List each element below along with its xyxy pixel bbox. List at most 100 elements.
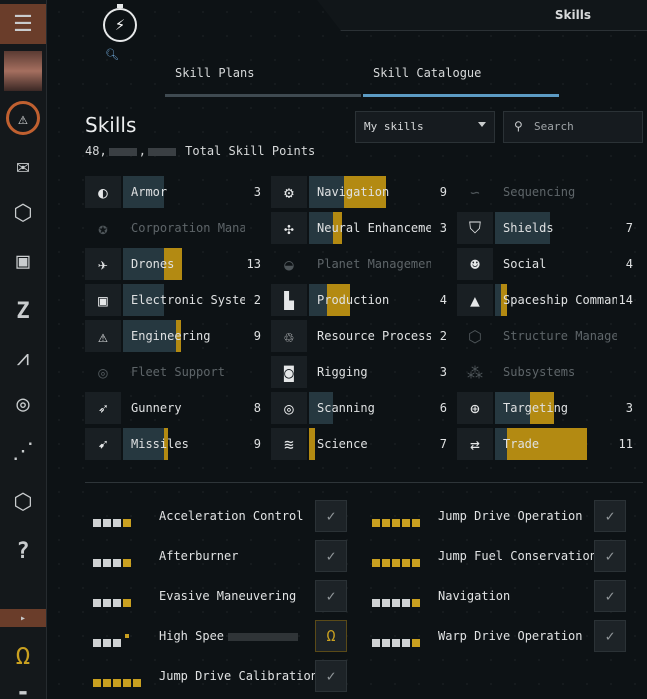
skill-group-planet-management[interactable]: ◒ Planet Management xyxy=(271,248,447,280)
expand-icon[interactable]: ▸ xyxy=(0,609,46,627)
check-icon[interactable]: ✓ xyxy=(315,660,347,692)
skill-group-count: 4 xyxy=(625,257,633,271)
mail-icon[interactable]: ✉ xyxy=(0,148,46,184)
skill-group-corporation-management[interactable]: ✪ Corporation Management xyxy=(85,212,261,244)
skill-group-subsystems[interactable]: ⁂ Subsystems xyxy=(457,356,633,388)
science-icon: ≋ xyxy=(271,428,307,460)
check-icon[interactable]: ✓ xyxy=(594,540,626,572)
skill-group-structure-management[interactable]: ⬡ Structure Management xyxy=(457,320,633,352)
skill-group-fleet-support[interactable]: ◎ Fleet Support xyxy=(85,356,261,388)
z-icon[interactable]: Z xyxy=(0,293,46,329)
market-chart-icon[interactable]: ⩘ xyxy=(0,340,46,376)
check-icon[interactable]: ✓ xyxy=(315,540,347,572)
skill-group-sequencing[interactable]: ∽ Sequencing xyxy=(457,176,633,208)
level-box xyxy=(402,639,410,647)
redacted-block xyxy=(228,632,299,641)
skill-group-scanning[interactable]: ◎ Scanning 6 xyxy=(271,392,447,424)
level-box xyxy=(412,639,420,647)
skill-group-count: 4 xyxy=(439,293,447,307)
inventory-icon[interactable]: ⬡ xyxy=(0,195,46,231)
check-icon[interactable]: ✓ xyxy=(594,620,626,652)
skill-group-name: Production xyxy=(317,293,390,307)
skill-group-name: Engineering xyxy=(131,329,211,343)
skill-group-drones[interactable]: ✈ Drones 13 xyxy=(85,248,261,280)
skill-group-name: Planet Management xyxy=(317,257,431,271)
skill-group-science[interactable]: ≋ Science 7 xyxy=(271,428,447,460)
navigation-icon: ⚙ xyxy=(271,176,307,208)
level-box xyxy=(113,559,121,567)
check-icon[interactable]: ✓ xyxy=(315,500,347,532)
skill-group-neural-enhancement[interactable]: ✣ Neural Enhancement 3 xyxy=(271,212,447,244)
skill-list-item[interactable]: Navigation ✓ xyxy=(364,580,634,612)
tab-label: Skill Plans xyxy=(175,66,255,80)
skill-list-item[interactable]: Warp Drive Operation ✓ xyxy=(364,620,634,652)
skill-queue-list: Acceleration Control ✓ Afterburner ✓ Evasive… xyxy=(85,500,645,695)
omega-required-icon[interactable]: Ω xyxy=(315,620,347,652)
skill-group-production[interactable]: ▙ Production 4 xyxy=(271,284,447,316)
map-icon[interactable]: ⋰ xyxy=(0,433,46,469)
menu-icon[interactable]: ☰ xyxy=(0,4,46,44)
skill-list-item[interactable]: High Spee Ω xyxy=(85,620,355,652)
level-box xyxy=(93,519,101,527)
skill-filter-dropdown[interactable]: My skills xyxy=(355,111,495,143)
skill-group-resource-processing[interactable]: ♲ Resource Processing 2 xyxy=(271,320,447,352)
bottom-icon[interactable]: ▬ xyxy=(0,684,46,699)
skill-group-count: 3 xyxy=(439,221,447,235)
level-box xyxy=(123,599,131,607)
tab-skill-catalogue[interactable]: Skill Catalogue xyxy=(363,62,559,97)
skill-group-name: Rigging xyxy=(317,365,368,379)
skill-list-item[interactable]: Afterburner ✓ xyxy=(85,540,355,572)
corporation-icon: ✪ xyxy=(98,218,108,238)
industry-icon[interactable]: ⌾ xyxy=(0,388,46,424)
omega-icon[interactable]: Ω xyxy=(0,638,46,674)
level-boxes xyxy=(372,552,422,567)
level-box xyxy=(113,639,121,647)
skill-group-engineering[interactable]: ⚠ Engineering 9 xyxy=(85,320,261,352)
skill-group-shields[interactable]: ⛉ Shields 7 xyxy=(457,212,633,244)
agency-icon[interactable]: ⬡ xyxy=(0,484,46,520)
character-portrait[interactable] xyxy=(0,50,46,92)
search-input[interactable]: ⚲ Search xyxy=(503,111,643,143)
level-box xyxy=(123,519,131,527)
skill-name: Jump Drive Operation xyxy=(438,509,583,523)
level-box xyxy=(372,519,380,527)
skill-group-rigging[interactable]: ◙ Rigging 3 xyxy=(271,356,447,388)
level-box xyxy=(372,599,380,607)
window-header: Skills xyxy=(47,0,647,32)
skill-group-electronic-systems[interactable]: ▣ Electronic Systems 2 xyxy=(85,284,261,316)
skill-group-gunnery[interactable]: ➶ Gunnery 8 xyxy=(85,392,261,424)
skill-group-grid: ◐ Armor 3 ✪ Corporation Management ✈ Drones 13 ▣… xyxy=(85,176,645,466)
skill-list-item[interactable]: Evasive Maneuvering ✓ xyxy=(85,580,355,612)
skill-group-spaceship-command[interactable]: ▲ Spaceship Command 14 xyxy=(457,284,633,316)
wallet-icon[interactable]: ▣ xyxy=(0,243,46,279)
neural-icon: ✣ xyxy=(271,212,307,244)
skill-group-armor[interactable]: ◐ Armor 3 xyxy=(85,176,261,208)
skill-group-name: Armor xyxy=(131,185,168,199)
skill-name: Warp Drive Operation xyxy=(438,629,583,643)
sp-label: Total Skill Points xyxy=(185,144,316,158)
skill-list-item[interactable]: Acceleration Control ✓ xyxy=(85,500,355,532)
level-box xyxy=(113,519,121,527)
skill-group-targeting[interactable]: ⊕ Targeting 3 xyxy=(457,392,633,424)
help-icon[interactable]: ? xyxy=(0,533,46,569)
skill-group-count: 7 xyxy=(625,221,633,235)
warning-icon[interactable]: ⚠ xyxy=(0,100,46,136)
skill-list-item[interactable]: Jump Drive Calibration ✓ xyxy=(85,660,355,692)
skill-group-count: 3 xyxy=(439,365,447,379)
skill-group-missiles[interactable]: ➹ Missiles 9 xyxy=(85,428,261,460)
tab-skill-plans[interactable]: Skill Plans xyxy=(165,62,361,97)
skill-group-name: Targeting xyxy=(503,401,569,415)
skill-list-item[interactable]: Jump Fuel Conservation ✓ xyxy=(364,540,634,572)
skill-group-trade[interactable]: ⇄ Trade 11 xyxy=(457,428,633,460)
skill-group-social[interactable]: ☻ Social 4 xyxy=(457,248,633,280)
skill-list-item[interactable]: Jump Drive Operation ✓ xyxy=(364,500,634,532)
check-icon[interactable]: ✓ xyxy=(594,500,626,532)
check-icon[interactable]: ✓ xyxy=(594,580,626,612)
magnify-icon[interactable]: 🔍︎ xyxy=(105,48,119,61)
skill-group-navigation[interactable]: ⚙ Navigation 9 xyxy=(271,176,447,208)
level-box xyxy=(402,599,410,607)
check-icon[interactable]: ✓ xyxy=(315,580,347,612)
dropdown-value: My skills xyxy=(364,120,424,133)
level-box xyxy=(412,599,420,607)
level-box xyxy=(392,639,400,647)
